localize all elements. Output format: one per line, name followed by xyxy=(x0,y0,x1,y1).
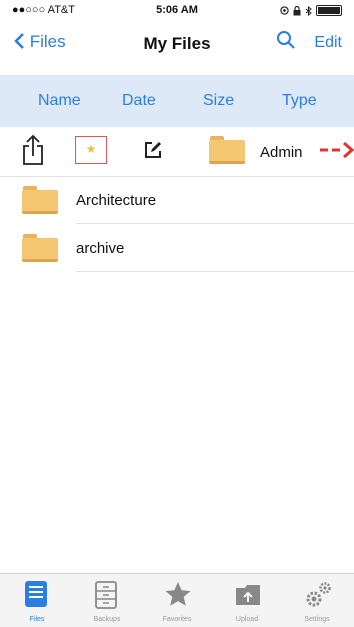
tab-backups[interactable]: Backups xyxy=(72,574,142,627)
sort-by-name[interactable]: Name xyxy=(38,92,81,110)
folder-icon xyxy=(22,186,58,214)
tab-label: Favorites xyxy=(162,616,192,623)
status-bar: ●●○○○ AT&T 5:06 AM xyxy=(0,0,354,22)
list-item[interactable]: archive xyxy=(0,224,354,272)
file-name: Architecture xyxy=(76,192,157,209)
backups-icon xyxy=(95,581,117,609)
favorite-button[interactable]: ★ xyxy=(75,136,107,164)
gear-icon xyxy=(306,582,331,607)
tab-files[interactable]: Files xyxy=(2,574,72,627)
sort-by-type[interactable]: Type xyxy=(282,92,317,110)
navigation-bar: Files My Files Edit xyxy=(0,22,354,64)
divider xyxy=(76,271,354,272)
files-icon xyxy=(25,581,47,607)
folder-icon xyxy=(22,234,58,262)
search-icon[interactable] xyxy=(276,30,296,50)
tab-label: Upload xyxy=(235,616,259,623)
tab-label: Settings xyxy=(304,616,330,623)
arrow-right-icon xyxy=(320,142,354,158)
tab-upload[interactable]: Upload xyxy=(212,574,282,627)
bluetooth-icon xyxy=(305,5,312,16)
tab-label: Backups xyxy=(93,616,121,623)
list-item[interactable]: Architecture xyxy=(0,176,354,224)
battery-icon xyxy=(316,5,342,16)
sort-by-date[interactable]: Date xyxy=(122,92,156,110)
star-icon: ★ xyxy=(85,142,97,156)
favorites-icon xyxy=(165,582,191,606)
tab-settings[interactable]: Settings xyxy=(282,574,352,627)
tab-favorites[interactable]: Favorites xyxy=(142,574,212,627)
file-name[interactable]: Admin xyxy=(260,144,303,161)
lock-icon xyxy=(293,5,301,15)
tab-label: Files xyxy=(29,616,45,623)
sort-by-size[interactable]: Size xyxy=(203,92,234,110)
file-row-actions: ★ Admin xyxy=(0,128,354,177)
edit-button[interactable]: Edit xyxy=(314,34,342,52)
upload-icon xyxy=(236,585,260,605)
location-icon xyxy=(280,6,289,15)
tab-bar: Files Backups Favorites Upload Settings xyxy=(0,573,354,627)
sort-bar: Name Date Size Type xyxy=(0,75,354,127)
file-name: archive xyxy=(76,240,125,257)
page-title: My Files xyxy=(143,34,211,53)
folder-icon xyxy=(209,136,245,164)
status-icons xyxy=(280,5,342,16)
share-icon[interactable] xyxy=(22,134,44,166)
edit-pencil-icon[interactable] xyxy=(144,141,162,159)
